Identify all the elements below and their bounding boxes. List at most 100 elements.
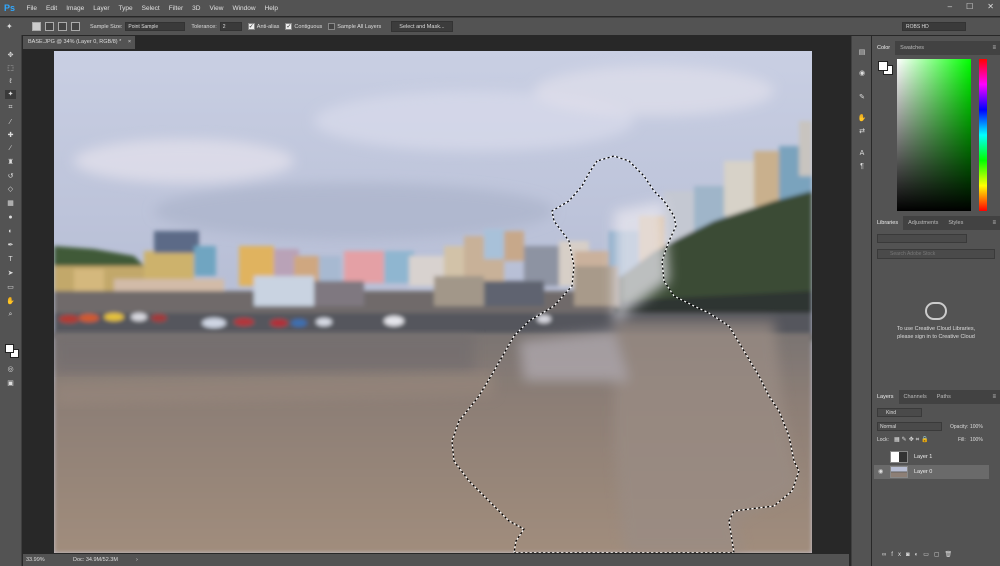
zoom-tool-icon[interactable]: ⌕ <box>5 310 16 319</box>
select-and-mask-button[interactable]: Select and Mask... <box>391 21 453 32</box>
menu-window[interactable]: Window <box>228 5 260 12</box>
tab-libraries[interactable]: Libraries <box>872 216 904 230</box>
pen-tool-icon[interactable]: ✒ <box>5 241 16 250</box>
character-panel-icon[interactable]: A <box>857 149 867 159</box>
history-panel-icon[interactable]: ▤ <box>857 48 867 58</box>
eraser-tool-icon[interactable]: ◇ <box>5 185 16 194</box>
menu-image[interactable]: Image <box>62 5 89 12</box>
brush-tool-icon[interactable]: ∕ <box>5 144 16 153</box>
panels-dock: Color Swatches ≡ Libraries Adjustments S… <box>872 36 1000 566</box>
close-window-button[interactable]: ✕ <box>987 2 994 11</box>
layer-filter-kind[interactable]: Kind <box>877 408 922 417</box>
panel-menu-icon[interactable]: ≡ <box>992 390 996 404</box>
menu-select[interactable]: Select <box>137 5 164 12</box>
brush-panel-icon[interactable]: ✎ <box>857 93 867 103</box>
link-layers-icon[interactable]: ∞ <box>882 552 891 558</box>
add-selection-icon[interactable] <box>45 22 54 31</box>
layer-row-layer-0[interactable]: ◉ Layer 0 <box>874 465 989 479</box>
fx-icon[interactable]: fx <box>891 552 906 558</box>
lasso-tool-icon[interactable]: ℓ <box>5 77 16 86</box>
tolerance-input[interactable]: 2 <box>219 22 242 31</box>
screen-mode-icon[interactable]: ▣ <box>5 379 16 388</box>
healing-tool-icon[interactable]: ✚ <box>5 131 16 140</box>
tab-adjustments[interactable]: Adjustments <box>903 216 943 230</box>
blend-mode-select[interactable]: Normal <box>877 422 942 431</box>
opacity-value[interactable]: 100% <box>970 424 983 430</box>
lock-icons[interactable]: ▦✎✥⌗🔒 <box>894 436 931 444</box>
intersect-selection-icon[interactable] <box>71 22 80 31</box>
minimize-button[interactable]: – <box>948 2 952 11</box>
menu-help[interactable]: Help <box>260 5 282 12</box>
magic-wand-icon[interactable]: ✦ <box>6 21 22 33</box>
foreground-color-swatch[interactable] <box>5 344 14 353</box>
shape-tool-icon[interactable]: ▭ <box>5 283 16 292</box>
menu-type[interactable]: Type <box>114 5 137 12</box>
menu-layer[interactable]: Layer <box>89 5 114 12</box>
path-select-icon[interactable]: ➤ <box>5 269 16 278</box>
maximize-button[interactable]: ☐ <box>966 2 973 11</box>
tab-paths[interactable]: Paths <box>932 390 956 404</box>
panel-menu-icon[interactable]: ≡ <box>992 41 996 55</box>
new-layer-icon[interactable]: ▢ <box>934 552 945 558</box>
dodge-tool-icon[interactable]: ◐ <box>5 227 16 236</box>
tab-channels[interactable]: Channels <box>899 390 932 404</box>
color-field[interactable] <box>897 59 971 211</box>
eyedropper-tool-icon[interactable]: ⁄ <box>5 118 16 127</box>
fg-color-chip[interactable] <box>878 61 888 71</box>
anti-alias-checkbox[interactable]: ✓ <box>247 23 255 30</box>
menu-3d[interactable]: 3D <box>188 5 205 12</box>
contiguous-label: Contiguous <box>294 23 323 30</box>
status-bar: 33.99% Doc: 34.9M/52.3M › <box>23 554 849 566</box>
gradient-tool-icon[interactable]: ▦ <box>5 199 16 208</box>
add-mask-icon[interactable]: ◙ <box>906 552 915 558</box>
hue-slider[interactable] <box>979 59 987 211</box>
library-search-input[interactable]: Search Adobe Stock <box>877 249 995 259</box>
stamp-tool-icon[interactable]: ♜ <box>5 158 16 167</box>
type-tool-icon[interactable]: T <box>5 255 16 264</box>
options-bar: ✦ Sample Size: Point Sample Tolerance: 2… <box>0 17 1000 35</box>
marquee-tool-icon[interactable]: ⬚ <box>5 64 16 73</box>
paragraph-panel-icon[interactable]: ¶ <box>857 162 867 172</box>
library-select[interactable] <box>877 234 967 243</box>
zoom-level[interactable]: 33.99% <box>26 554 45 566</box>
menu-file[interactable]: File <box>22 5 41 12</box>
blur-tool-icon[interactable]: ● <box>5 213 16 222</box>
contiguous-checkbox[interactable]: ✓ <box>285 23 293 30</box>
status-arrow-icon[interactable]: › <box>136 554 138 566</box>
fill-value[interactable]: 100% <box>970 437 983 443</box>
menu-edit[interactable]: Edit <box>41 5 61 12</box>
close-tab-icon[interactable]: × <box>128 39 131 45</box>
hand-tool-icon[interactable]: ✋ <box>5 297 16 306</box>
new-selection-icon[interactable] <box>32 22 41 31</box>
magic-wand-tool-icon[interactable]: ✦ <box>5 90 16 99</box>
move-tool-icon[interactable]: ✥ <box>5 51 16 60</box>
clone-source-icon[interactable]: ⇄ <box>857 127 867 137</box>
history-brush-icon[interactable]: ↺ <box>5 172 16 181</box>
workspace-select[interactable]: ROBS HD <box>902 22 966 31</box>
new-group-icon[interactable]: ▭ <box>923 552 934 558</box>
adjustment-layer-icon[interactable]: ◐ <box>915 552 924 558</box>
tab-layers[interactable]: Layers <box>872 390 899 404</box>
layer-visibility-eye-icon[interactable]: ◉ <box>878 465 883 479</box>
tab-color[interactable]: Color <box>872 41 896 55</box>
sample-all-layers-checkbox[interactable] <box>328 23 336 30</box>
document-tab[interactable]: BASE.JPG @ 34% (Layer 0, RGB/8) * × <box>23 36 135 49</box>
subtract-selection-icon[interactable] <box>58 22 67 31</box>
properties-panel-icon[interactable]: ◉ <box>857 69 867 79</box>
menu-view[interactable]: View <box>205 5 228 12</box>
libraries-message-line-2: please sign in to Creative Cloud <box>897 334 975 340</box>
delete-layer-icon[interactable]: 🗑 <box>945 552 958 558</box>
panel-menu-icon[interactable]: ≡ <box>992 216 996 230</box>
crop-tool-icon[interactable]: ⌗ <box>5 103 16 112</box>
menu-filter[interactable]: Filter <box>164 5 187 12</box>
tab-swatches[interactable]: Swatches <box>895 41 929 55</box>
tolerance-label: Tolerance: <box>191 23 217 30</box>
layer-row-layer-1[interactable]: Layer 1 <box>874 450 989 464</box>
tool-presets-icon[interactable]: ✋ <box>857 114 867 124</box>
opacity-label: Opacity: <box>950 424 969 430</box>
tab-styles[interactable]: Styles <box>943 216 968 230</box>
sample-size-select[interactable]: Point Sample <box>125 22 186 31</box>
quick-mask-icon[interactable]: ◎ <box>5 365 16 374</box>
lock-label: Lock: <box>877 437 889 443</box>
document-canvas[interactable] <box>54 51 812 553</box>
